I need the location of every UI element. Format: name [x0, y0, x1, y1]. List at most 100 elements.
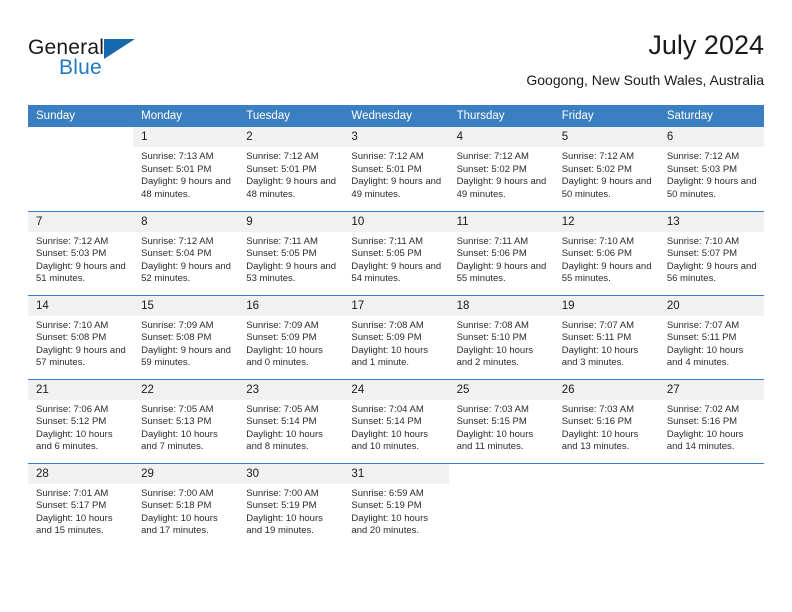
day-sun-info: Sunrise: 7:01 AM Sunset: 5:17 PM Daylight:…	[28, 484, 133, 538]
daylight-text: Daylight: 10 hours and 1 minute.	[351, 344, 428, 369]
calendar-page: General Blue July 2024 Googong, New Sout…	[0, 0, 792, 612]
day-cell-inner: 22 Sunrise: 7:05 AM Sunset: 5:13 PM Dayligh…	[133, 379, 239, 463]
calendar-day-cell[interactable]: 31 Sunrise: 6:59 AM Sunset: 5:19 PM Dayligh…	[343, 462, 449, 547]
day-cell-inner: 29 Sunrise: 7:00 AM Sunset: 5:18 PM Dayligh…	[133, 463, 239, 548]
calendar-day-cell[interactable]: 12 Sunrise: 7:10 AM Sunset: 5:06 PM Dayligh…	[553, 210, 659, 295]
sunset-text: Sunset: 5:09 PM	[246, 332, 317, 344]
calendar-day-cell[interactable]: 4 Sunrise: 7:12 AM Sunset: 5:02 PM Daylight…	[448, 127, 554, 211]
calendar-day-cell[interactable]: 26 Sunrise: 7:03 AM Sunset: 5:16 PM Dayligh…	[553, 378, 659, 463]
calendar-day-cell[interactable]: 19 Sunrise: 7:07 AM Sunset: 5:11 PM Dayligh…	[553, 294, 659, 379]
day-sun-info: Sunrise: 7:07 AM Sunset: 5:11 PM Daylight:…	[659, 316, 764, 370]
calendar-day-cell[interactable]: 20 Sunrise: 7:07 AM Sunset: 5:11 PM Dayligh…	[658, 294, 764, 379]
sunrise-text: Sunrise: 7:07 AM	[561, 319, 635, 331]
calendar-day-cell[interactable]: 2 Sunrise: 7:12 AM Sunset: 5:01 PM Daylight…	[238, 127, 344, 211]
sunset-text: Sunset: 5:10 PM	[456, 332, 527, 344]
day-cell-inner: 10 Sunrise: 7:11 AM Sunset: 5:05 PM Dayligh…	[343, 211, 449, 295]
day-number: 20	[658, 295, 764, 316]
calendar-week-row: 7 Sunrise: 7:12 AM Sunset: 5:03 PM Daylight…	[28, 210, 764, 295]
day-sun-info: Sunrise: 7:11 AM Sunset: 5:05 PM Daylight:…	[238, 232, 343, 286]
calendar-day-cell[interactable]: 27 Sunrise: 7:02 AM Sunset: 5:16 PM Dayligh…	[658, 378, 764, 463]
calendar-day-cell[interactable]: 10 Sunrise: 7:11 AM Sunset: 5:05 PM Dayligh…	[343, 210, 449, 295]
sunset-text: Sunset: 5:09 PM	[351, 332, 422, 344]
day-number	[28, 127, 134, 133]
day-sun-info: Sunrise: 7:11 AM Sunset: 5:06 PM Daylight:…	[449, 232, 554, 286]
sunset-text: Sunset: 5:02 PM	[561, 163, 632, 175]
day-cell-inner: 28 Sunrise: 7:01 AM Sunset: 5:17 PM Dayligh…	[28, 463, 134, 548]
calendar-week-row: 1 Sunrise: 7:13 AM Sunset: 5:01 PM Daylight…	[28, 127, 764, 211]
general-blue-logo[interactable]: General Blue	[28, 36, 158, 88]
day-sun-info: Sunrise: 7:10 AM Sunset: 5:06 PM Daylight:…	[554, 232, 659, 286]
calendar-day-cell[interactable]: 15 Sunrise: 7:09 AM Sunset: 5:08 PM Dayligh…	[133, 294, 239, 379]
calendar-day-cell[interactable]: 3 Sunrise: 7:12 AM Sunset: 5:01 PM Daylight…	[343, 127, 449, 211]
calendar-day-cell[interactable]: 18 Sunrise: 7:08 AM Sunset: 5:10 PM Dayligh…	[448, 294, 554, 379]
day-number: 6	[658, 127, 764, 147]
calendar-day-cell[interactable]: 13 Sunrise: 7:10 AM Sunset: 5:07 PM Dayligh…	[658, 210, 764, 295]
daylight-text: Daylight: 10 hours and 8 minutes.	[246, 428, 323, 453]
calendar-day-cell[interactable]: 17 Sunrise: 7:08 AM Sunset: 5:09 PM Dayligh…	[343, 294, 449, 379]
sunset-text: Sunset: 5:05 PM	[246, 248, 317, 260]
day-cell-inner: 25 Sunrise: 7:03 AM Sunset: 5:15 PM Dayligh…	[448, 379, 554, 463]
day-number: 10	[343, 211, 449, 232]
calendar-day-cell[interactable]: 7 Sunrise: 7:12 AM Sunset: 5:03 PM Daylight…	[28, 210, 134, 295]
day-cell-inner: 18 Sunrise: 7:08 AM Sunset: 5:10 PM Dayligh…	[448, 295, 554, 379]
calendar-day-cell[interactable]: 30 Sunrise: 7:00 AM Sunset: 5:19 PM Dayligh…	[238, 462, 344, 547]
sunrise-text: Sunrise: 7:12 AM	[141, 235, 214, 247]
calendar-day-cell[interactable]: 25 Sunrise: 7:03 AM Sunset: 5:15 PM Dayligh…	[448, 378, 554, 463]
calendar-day-cell[interactable]: 21 Sunrise: 7:06 AM Sunset: 5:12 PM Dayligh…	[28, 378, 134, 463]
calendar-day-cell[interactable]: 24 Sunrise: 7:04 AM Sunset: 5:14 PM Dayligh…	[343, 378, 449, 463]
calendar-day-cell[interactable]: 22 Sunrise: 7:05 AM Sunset: 5:13 PM Dayligh…	[133, 378, 239, 463]
calendar-day-cell[interactable]: 23 Sunrise: 7:05 AM Sunset: 5:14 PM Dayligh…	[238, 378, 344, 463]
day-number: 16	[238, 295, 344, 316]
weekday-header-wednesday: Wednesday	[343, 105, 449, 127]
day-cell-inner: 19 Sunrise: 7:07 AM Sunset: 5:11 PM Dayligh…	[553, 295, 659, 379]
calendar-day-cell[interactable]: 8 Sunrise: 7:12 AM Sunset: 5:04 PM Daylight…	[133, 210, 239, 295]
day-sun-info: Sunrise: 7:12 AM Sunset: 5:02 PM Daylight:…	[449, 147, 554, 201]
day-cell-inner: 1 Sunrise: 7:13 AM Sunset: 5:01 PM Daylight…	[133, 127, 239, 211]
sunset-text: Sunset: 5:14 PM	[351, 416, 422, 428]
sunrise-text: Sunrise: 7:10 AM	[666, 235, 740, 247]
calendar-day-cell[interactable]: 16 Sunrise: 7:09 AM Sunset: 5:09 PM Dayligh…	[238, 294, 344, 379]
day-sun-info: Sunrise: 7:02 AM Sunset: 5:16 PM Daylight:…	[659, 400, 764, 454]
day-number: 21	[28, 379, 134, 400]
day-cell-inner: 11 Sunrise: 7:11 AM Sunset: 5:06 PM Dayligh…	[448, 211, 554, 295]
day-number: 29	[133, 463, 239, 484]
day-sun-info: Sunrise: 7:00 AM Sunset: 5:19 PM Daylight:…	[238, 484, 343, 538]
calendar-day-cell[interactable]: 28 Sunrise: 7:01 AM Sunset: 5:17 PM Dayligh…	[28, 462, 134, 548]
calendar-day-cell[interactable]: 9 Sunrise: 7:11 AM Sunset: 5:05 PM Daylight…	[238, 210, 344, 295]
day-number: 9	[238, 211, 344, 232]
calendar-day-cell[interactable]: 6 Sunrise: 7:12 AM Sunset: 5:03 PM Daylight…	[658, 127, 764, 211]
day-sun-info: Sunrise: 7:12 AM Sunset: 5:03 PM Daylight:…	[28, 232, 133, 286]
page-title: July 2024	[648, 30, 764, 60]
day-cell-inner	[658, 463, 764, 548]
daylight-text: Daylight: 10 hours and 3 minutes.	[561, 344, 639, 369]
sunset-text: Sunset: 5:02 PM	[456, 163, 527, 175]
day-sun-info: Sunrise: 7:05 AM Sunset: 5:14 PM Daylight:…	[238, 400, 343, 454]
daylight-text: Daylight: 10 hours and 7 minutes.	[141, 428, 218, 453]
calendar-day-cell[interactable]: 14 Sunrise: 7:10 AM Sunset: 5:08 PM Dayligh…	[28, 294, 134, 379]
calendar-day-cell[interactable]: 11 Sunrise: 7:11 AM Sunset: 5:06 PM Dayligh…	[448, 210, 554, 295]
sunset-text: Sunset: 5:18 PM	[141, 500, 212, 512]
weekday-header-saturday: Saturday	[658, 105, 764, 127]
day-number: 1	[133, 127, 239, 147]
day-sun-info: Sunrise: 7:08 AM Sunset: 5:09 PM Daylight:…	[343, 316, 448, 370]
sunrise-text: Sunrise: 7:01 AM	[36, 487, 109, 499]
calendar-day-cell[interactable]: 1 Sunrise: 7:13 AM Sunset: 5:01 PM Daylight…	[133, 127, 239, 211]
weekday-header-tuesday: Tuesday	[238, 105, 344, 127]
day-number: 14	[28, 295, 134, 316]
daylight-text: Daylight: 10 hours and 13 minutes.	[561, 428, 639, 453]
sunset-text: Sunset: 5:08 PM	[36, 332, 107, 344]
sunset-text: Sunset: 5:19 PM	[351, 500, 422, 512]
day-cell-inner: 5 Sunrise: 7:12 AM Sunset: 5:02 PM Daylight…	[553, 127, 659, 211]
sunset-text: Sunset: 5:05 PM	[351, 248, 422, 260]
daylight-text: Daylight: 9 hours and 50 minutes.	[666, 176, 757, 200]
day-number: 4	[448, 127, 554, 147]
daylight-text: Daylight: 9 hours and 59 minutes.	[141, 344, 231, 369]
day-number: 13	[658, 211, 764, 232]
calendar-day-cell[interactable]: 5 Sunrise: 7:12 AM Sunset: 5:02 PM Daylight…	[553, 127, 659, 211]
day-sun-info: Sunrise: 7:10 AM Sunset: 5:08 PM Daylight:…	[28, 316, 133, 370]
sunset-text: Sunset: 5:13 PM	[141, 416, 212, 428]
calendar-day-cell[interactable]: 29 Sunrise: 7:00 AM Sunset: 5:18 PM Dayligh…	[133, 462, 239, 548]
sunset-text: Sunset: 5:12 PM	[36, 416, 107, 428]
daylight-text: Daylight: 9 hours and 55 minutes.	[561, 260, 652, 285]
daylight-text: Daylight: 10 hours and 10 minutes.	[351, 428, 428, 453]
